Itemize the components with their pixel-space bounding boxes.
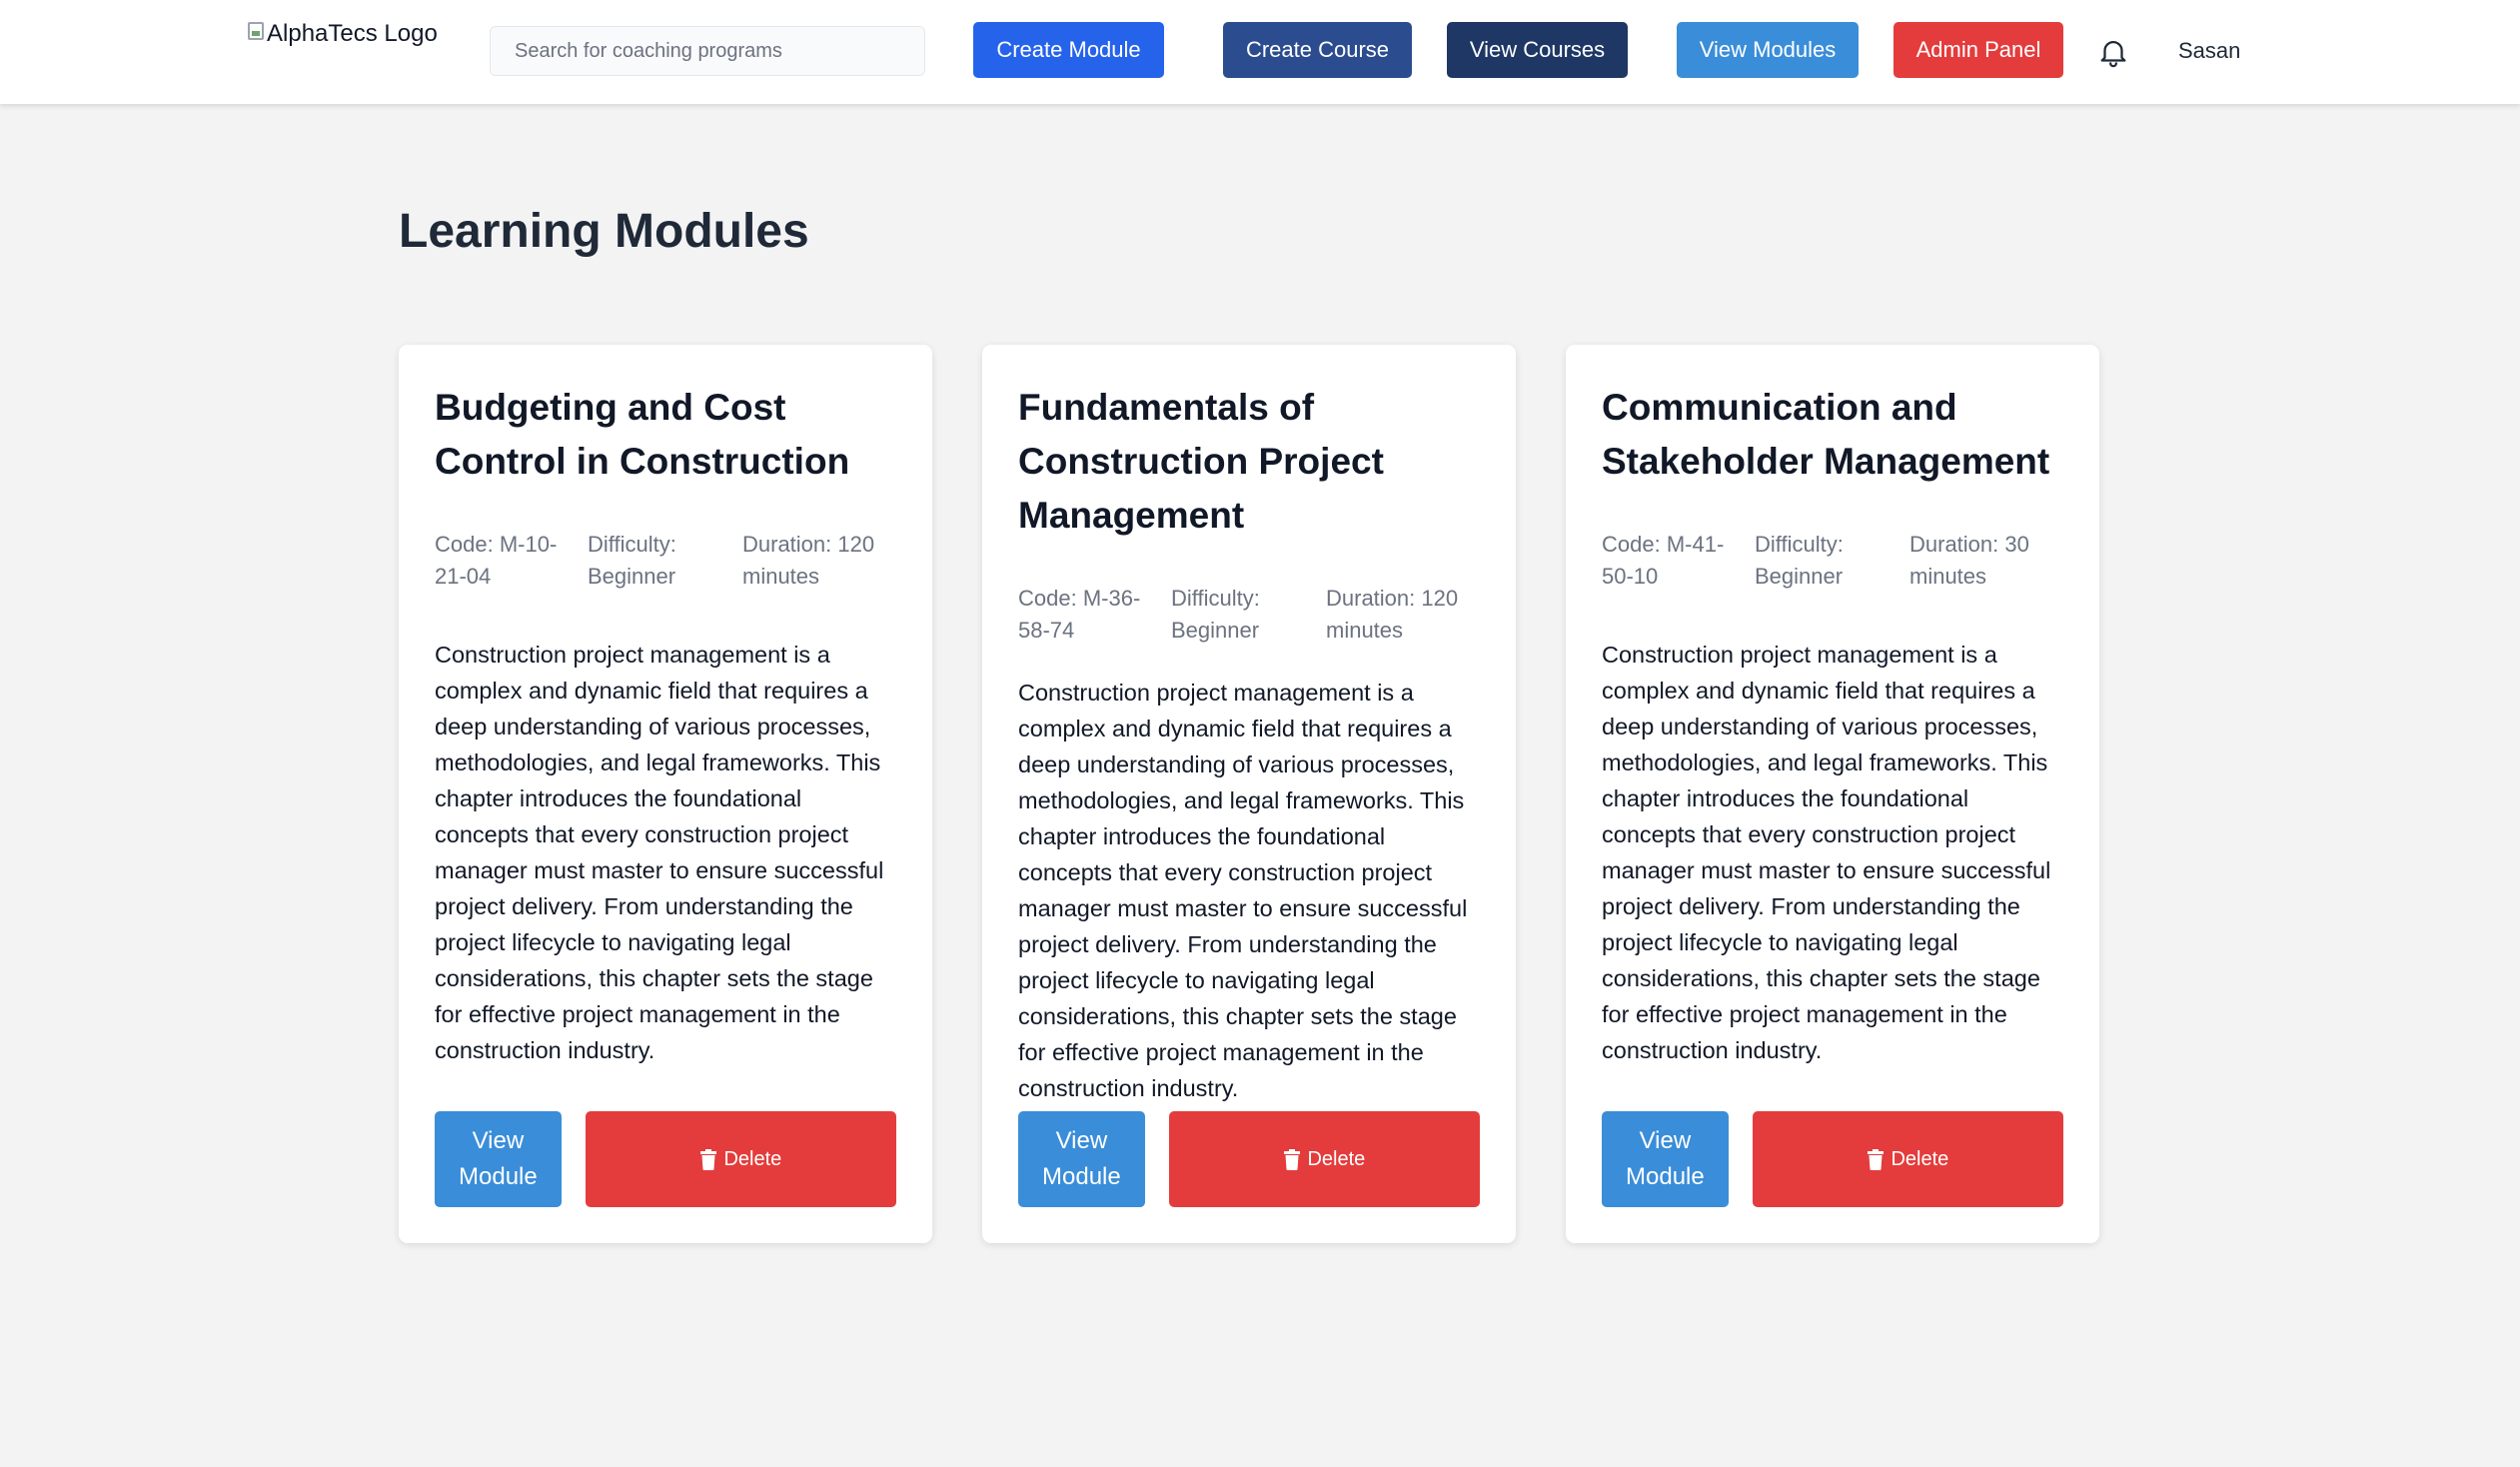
- module-actions: View Module Delete: [1018, 1111, 1480, 1207]
- module-actions: View Module Delete: [435, 1111, 896, 1207]
- module-duration: Duration: 30 minutes: [1909, 532, 2029, 589]
- module-code: Code: M-41-50-10: [1602, 532, 1725, 589]
- module-difficulty: Difficulty: Beginner: [1755, 532, 1844, 589]
- delete-module-button[interactable]: Delete: [1168, 1111, 1480, 1207]
- module-difficulty: Difficulty: Beginner: [588, 532, 676, 589]
- module-code: Code: M-36-58-74: [1018, 586, 1141, 643]
- view-courses-button[interactable]: View Courses: [1447, 22, 1628, 78]
- search-input[interactable]: [490, 26, 925, 76]
- module-card: Communication and Stakeholder Management…: [1566, 345, 2099, 1243]
- create-course-button[interactable]: Create Course: [1223, 22, 1412, 78]
- module-description: Construction project management is a com…: [1602, 642, 2051, 1063]
- delete-module-button[interactable]: Delete: [1752, 1111, 2063, 1207]
- module-meta: Code: M-36-58-74 Difficulty: Beginner Du…: [1018, 583, 1480, 647]
- module-meta: Code: M-41-50-10 Difficulty: Beginner Du…: [1602, 529, 2063, 593]
- trash-icon: [700, 1148, 717, 1170]
- admin-panel-button[interactable]: Admin Panel: [1893, 22, 2063, 78]
- view-module-button[interactable]: View Module: [1602, 1111, 1729, 1207]
- module-duration: Duration: 120 minutes: [1326, 586, 1459, 643]
- module-actions: View Module Delete: [1602, 1111, 2063, 1207]
- view-module-button[interactable]: View Module: [1018, 1111, 1145, 1207]
- logo-alt-text: AlphaTecs Logo: [267, 20, 438, 47]
- module-title: Communication and Stakeholder Management: [1602, 387, 2050, 482]
- module-title: Fundamentals of Construction Project Man…: [1018, 387, 1384, 536]
- module-card: Fundamentals of Construction Project Man…: [982, 345, 1516, 1243]
- module-duration: Duration: 120 minutes: [742, 532, 875, 589]
- create-module-button[interactable]: Create Module: [973, 22, 1164, 78]
- trash-icon: [1868, 1148, 1885, 1170]
- top-navbar: AlphaTecs Logo Create Module Create Cour…: [0, 0, 2520, 104]
- module-description: Construction project management is a com…: [435, 642, 884, 1063]
- module-code: Code: M-10-21-04: [435, 532, 558, 589]
- view-module-button[interactable]: View Module: [435, 1111, 562, 1207]
- bell-icon[interactable]: [2096, 34, 2130, 70]
- module-description: Construction project management is a com…: [1018, 680, 1468, 1101]
- view-modules-button[interactable]: View Modules: [1677, 22, 1859, 78]
- username[interactable]: Sasan: [2178, 38, 2240, 64]
- delete-label: Delete: [723, 1147, 782, 1170]
- module-title: Budgeting and Cost Control in Constructi…: [435, 387, 850, 482]
- module-difficulty: Difficulty: Beginner: [1171, 586, 1260, 643]
- broken-image-icon: [248, 22, 264, 40]
- delete-label: Delete: [1307, 1147, 1366, 1170]
- module-card: Budgeting and Cost Control in Constructi…: [399, 345, 932, 1243]
- module-meta: Code: M-10-21-04 Difficulty: Beginner Du…: [435, 529, 896, 593]
- page-title: Learning Modules: [399, 205, 809, 258]
- delete-label: Delete: [1890, 1147, 1949, 1170]
- delete-module-button[interactable]: Delete: [585, 1111, 896, 1207]
- logo[interactable]: AlphaTecs Logo: [248, 20, 438, 48]
- trash-icon: [1284, 1148, 1301, 1170]
